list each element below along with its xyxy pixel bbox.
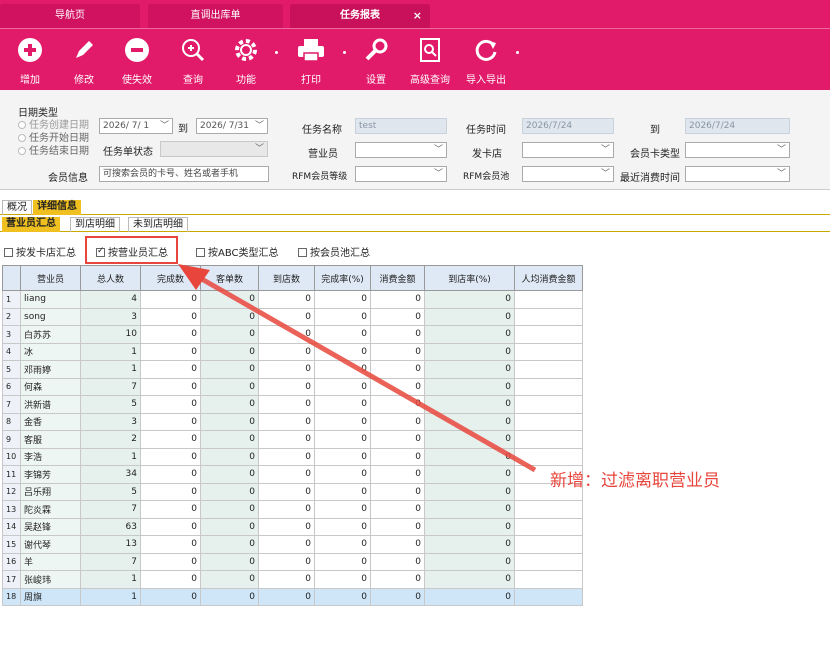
annotation-text: 新增：过滤离职营业员 — [550, 471, 720, 491]
arrow-line — [198, 275, 537, 473]
arrow-head — [178, 264, 210, 290]
annotation-arrow — [178, 264, 537, 473]
